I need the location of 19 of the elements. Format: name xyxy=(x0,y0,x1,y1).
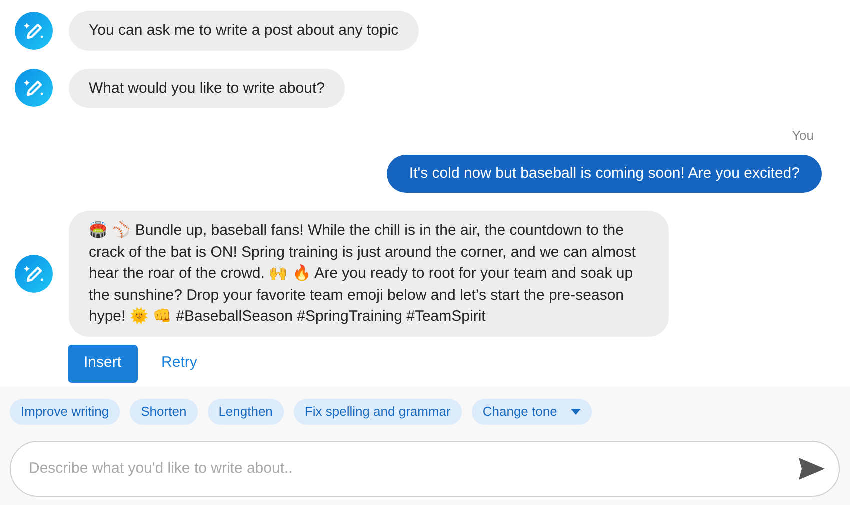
suggestion-chip[interactable]: Change tone xyxy=(472,399,592,425)
suggestion-chip[interactable]: Lengthen xyxy=(208,399,284,425)
suggestion-chip[interactable]: Improve writing xyxy=(10,399,120,425)
suggestion-chip[interactable]: Fix spelling and grammar xyxy=(294,399,462,425)
magic-pen-icon xyxy=(15,12,53,50)
bot-message: You can ask me to write a post about any topic xyxy=(69,11,419,50)
suggestion-chip[interactable]: Shorten xyxy=(130,399,198,425)
caret-icon xyxy=(571,409,582,415)
send-icon[interactable] xyxy=(799,458,825,480)
user-message: It's cold now but baseball is coming soon! Are you excited? xyxy=(387,154,822,193)
bot-message: What would you like to write about? xyxy=(69,68,345,108)
message-field[interactable]: Describe what you'd like to write about.. xyxy=(10,441,840,497)
retry-button[interactable]: Retry xyxy=(146,344,214,382)
bot-message: 🏟 ⚾ Bundle up, baseball fans! While the chill is in the air, the countdown to the crack of the bat is ON! Spring training is just around the corner, and we can almost hear the roar of the crowd. 🙌 🔥 Are you ready to root for your team and soak up the sunshine? Drop your favorite team emoji below and let’s start the pre-season hype! 🌞 👊 #BaseballSeason #SpringTraining #TeamSpirit xyxy=(69,211,669,336)
sender-label: You xyxy=(792,127,815,145)
insert-button[interactable]: Insert xyxy=(68,344,138,382)
magic-pen-icon xyxy=(15,254,53,293)
message-input[interactable]: Describe what you'd like to write about.. xyxy=(29,458,799,480)
magic-pen-icon xyxy=(15,69,53,108)
